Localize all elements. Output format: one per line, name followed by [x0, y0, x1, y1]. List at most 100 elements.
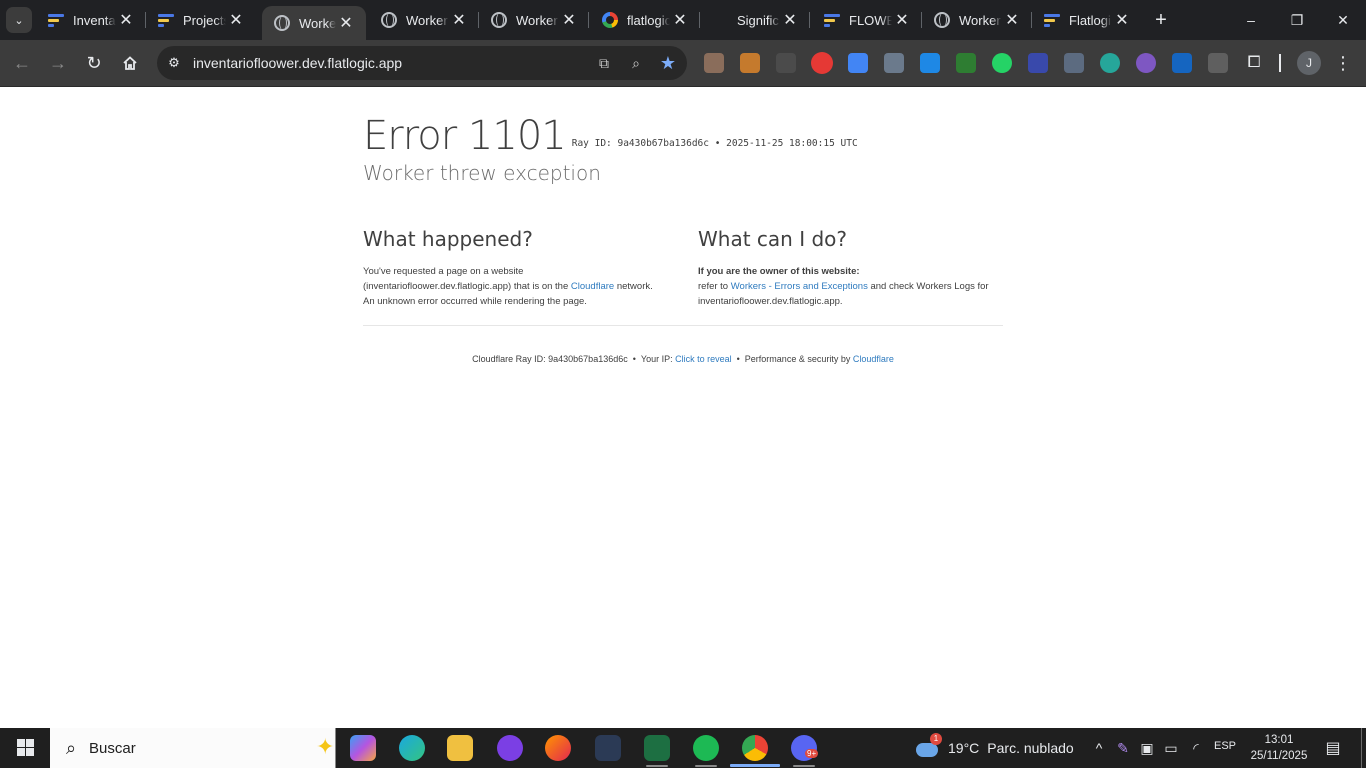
workers-errors-link[interactable]: Workers - Errors and Exceptions — [731, 281, 868, 292]
screen: ⌄ Inventa ✕ Projects ✕ Worker ✕ Worker ✕… — [0, 0, 1366, 768]
tab-close-icon[interactable]: ✕ — [780, 10, 800, 30]
whatsapp-extension-icon[interactable] — [992, 53, 1012, 73]
extension-icon[interactable] — [776, 53, 796, 73]
extension-icon[interactable] — [704, 53, 724, 73]
close-window-button[interactable]: ✕ — [1320, 0, 1366, 40]
download-extension-icon[interactable] — [1100, 53, 1120, 73]
tab-close-icon[interactable]: ✕ — [226, 10, 246, 30]
mouse-extension-icon[interactable] — [1064, 53, 1084, 73]
chevron-down-icon: ⌄ — [14, 14, 24, 27]
tab-worker-4[interactable]: Worker ✕ — [922, 0, 1032, 40]
windows-taskbar: ⌕ Buscar ✦ 9+ 1 19°C Parc. nublado ^ ✎ ▣… — [0, 728, 1366, 768]
tab-close-icon[interactable]: ✕ — [449, 10, 469, 30]
footer-perf-label: Performance & security by — [744, 354, 851, 364]
copilot-app-icon[interactable] — [350, 735, 376, 761]
code-extension-icon[interactable] — [884, 53, 904, 73]
cloudflare-footer-link[interactable]: Cloudflare — [853, 354, 894, 364]
back-button[interactable]: ← — [8, 49, 36, 77]
new-tab-button[interactable]: + — [1150, 9, 1172, 31]
camera-icon[interactable]: ▣ — [1138, 739, 1156, 757]
language-indicator[interactable]: ESP — [1214, 740, 1236, 752]
toolbar-separator — [1279, 54, 1281, 72]
clock[interactable]: 13:01 25/11/2025 — [1246, 732, 1312, 764]
profile-avatar[interactable]: J — [1297, 51, 1321, 75]
tab-close-icon[interactable]: ✕ — [116, 10, 136, 30]
tab-flatlogic[interactable]: Flatlogi ✕ — [1032, 0, 1142, 40]
restore-button[interactable]: ❐ — [1274, 0, 1320, 40]
battery-icon[interactable]: ▭ — [1162, 739, 1180, 757]
pen-icon[interactable]: ✎ — [1114, 739, 1132, 757]
settings-extension-icon[interactable] — [1172, 53, 1192, 73]
reload-button[interactable]: ↻ — [80, 49, 108, 77]
tab-close-icon[interactable]: ✕ — [1002, 10, 1022, 30]
file-explorer-icon[interactable] — [447, 735, 473, 761]
tab-search-button[interactable]: ⌄ — [6, 7, 32, 33]
home-button[interactable] — [116, 49, 144, 77]
bookmark-star-icon[interactable]: ★ — [655, 50, 681, 76]
title-row: Error 1101 Ray ID: 9a430b67ba136d6c • 202… — [363, 113, 858, 159]
reveal-ip-link[interactable]: Click to reveal — [675, 354, 732, 364]
discord-app-icon[interactable]: 9+ — [791, 735, 819, 767]
extension-icon[interactable] — [740, 53, 760, 73]
tab-close-icon[interactable]: ✕ — [336, 13, 356, 33]
tab-signific[interactable]: Signific ✕ — [700, 0, 810, 40]
tab-flowe[interactable]: FLOWE ✕ — [812, 0, 922, 40]
puzzle-icon[interactable]: ⧠ — [1244, 53, 1264, 73]
start-button[interactable] — [8, 738, 42, 758]
search-icon: ⌕ — [65, 737, 77, 758]
cloudflare-link[interactable]: Cloudflare — [571, 281, 614, 292]
edge-app-icon[interactable] — [399, 735, 425, 761]
url-text[interactable]: inventariofloower.dev.flatlogic.app — [193, 55, 591, 71]
tab-inventario[interactable]: Inventa ✕ — [36, 0, 146, 40]
spotify-app-icon[interactable] — [693, 735, 719, 767]
tab-close-icon[interactable]: ✕ — [559, 10, 579, 30]
show-desktop-button[interactable] — [1361, 728, 1362, 768]
tab-worker-3[interactable]: Worker ✕ — [479, 0, 589, 40]
terminal-app-icon[interactable] — [595, 735, 621, 761]
tab-close-icon[interactable]: ✕ — [670, 10, 690, 30]
tab-separator — [588, 12, 589, 28]
wifi-icon[interactable]: ◜ — [1187, 739, 1205, 757]
footer-ray-id: Cloudflare Ray ID: 9a430b67ba136d6c — [472, 354, 628, 364]
section-heading: What happened? — [363, 227, 533, 251]
weather-alert-badge: 1 — [930, 733, 942, 745]
app-icon[interactable] — [497, 735, 523, 761]
bulk-send-extension-icon[interactable] — [956, 53, 976, 73]
taskbar-search[interactable]: ⌕ Buscar ✦ — [50, 728, 336, 768]
minimize-button[interactable]: – — [1228, 0, 1274, 40]
browser-toolbar: ← → ↻ ⚙ inventariofloower.dev.flatlogic.… — [0, 40, 1366, 87]
zoom-icon[interactable]: ⌕ — [623, 50, 649, 76]
download-extension-icon[interactable] — [811, 52, 833, 74]
arrow-right-icon: → — [49, 52, 67, 73]
dot-separator: • — [632, 354, 636, 364]
excel-app-icon[interactable] — [644, 735, 670, 767]
chevron-up-icon[interactable]: ^ — [1090, 739, 1108, 757]
notifications-icon[interactable]: ▤ — [1323, 738, 1343, 758]
tab-projects[interactable]: Projects ✕ — [146, 0, 256, 40]
downloader-extension-icon[interactable] — [920, 53, 940, 73]
extension-icon[interactable] — [1136, 53, 1156, 73]
weather-widget[interactable]: 1 19°C Parc. nublado — [914, 728, 1074, 768]
menu-kebab-icon[interactable]: ⋮ — [1333, 51, 1353, 75]
page-footer: Cloudflare Ray ID: 9a430b67ba136d6c • Your… — [363, 354, 1003, 364]
translate-icon[interactable]: ⧉ — [591, 50, 617, 76]
extension-icon[interactable] — [1028, 53, 1048, 73]
tab-close-icon[interactable]: ✕ — [1112, 10, 1132, 30]
section-text: If you are the owner of this website: ref… — [698, 264, 998, 309]
what-can-i-do-section: What can I do? If you are the owner of t… — [698, 227, 998, 309]
google-translate-extension-icon[interactable] — [848, 53, 868, 73]
tab-close-icon[interactable]: ✕ — [892, 10, 912, 30]
flatlogic-icon — [1044, 12, 1060, 28]
tab-worker-2[interactable]: Worker ✕ — [369, 0, 479, 40]
globe-icon — [491, 12, 507, 28]
word-extension-icon[interactable] — [1208, 53, 1228, 73]
site-settings-icon[interactable]: ⚙ — [165, 54, 183, 72]
tab-flatlogic-search[interactable]: flatlogic ✕ — [590, 0, 700, 40]
firefox-app-icon[interactable] — [545, 735, 571, 761]
forward-button[interactable]: → — [44, 49, 72, 77]
chrome-app-icon[interactable] — [730, 735, 780, 767]
address-bar[interactable]: ⚙ inventariofloower.dev.flatlogic.app ⧉ … — [157, 46, 687, 80]
section-text: You've requested a page on a website (in… — [363, 264, 663, 309]
ray-id-line: Ray ID: 9a430b67ba136d6c • 2025-11-25 18… — [571, 138, 858, 149]
tab-worker-active[interactable]: Worker ✕ — [262, 6, 366, 40]
